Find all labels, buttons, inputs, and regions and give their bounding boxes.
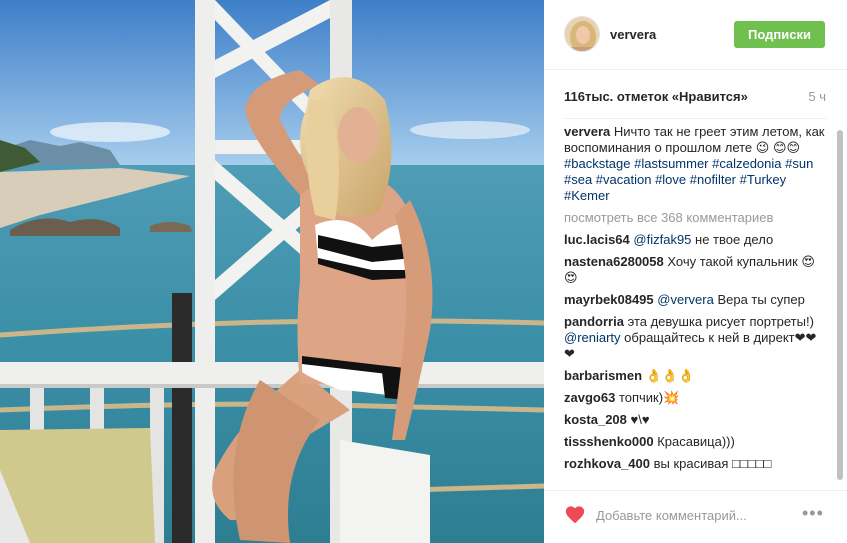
comment-item: luc.lacis64 @fizfak95 не твое дело bbox=[564, 232, 826, 248]
comment-author[interactable]: mayrbek08495 bbox=[564, 292, 654, 307]
comment-text: эта девушка рисует портреты!) bbox=[627, 314, 814, 329]
post-photo[interactable] bbox=[0, 0, 544, 543]
comment-author[interactable]: nastena6280058 bbox=[564, 254, 664, 269]
caption-author[interactable]: ververa bbox=[564, 124, 610, 139]
divider bbox=[564, 118, 827, 119]
add-comment-input[interactable] bbox=[596, 505, 796, 525]
comment-author[interactable]: zavgo63 bbox=[564, 390, 615, 405]
more-options-icon[interactable]: ••• bbox=[802, 503, 824, 524]
comment-text: вы красивая □□□□□ bbox=[653, 456, 772, 471]
caption-hashtags[interactable]: #backstage #lastsummer #calzedonia #sun … bbox=[564, 156, 813, 203]
comment-item: nastena6280058 Хочу такой купальник 😍😍 bbox=[564, 254, 826, 286]
caption: ververa Ничто так не греет этим летом, к… bbox=[564, 124, 826, 204]
comment-mention[interactable]: @reniarty bbox=[564, 330, 621, 345]
photo-image bbox=[0, 0, 544, 543]
comment-item: mayrbek08495 @ververa Вера ты супер bbox=[564, 292, 826, 308]
comment-text: Красавица))) bbox=[657, 434, 735, 449]
comment-item: zavgo63 топчик)💥 bbox=[564, 390, 826, 406]
follow-button[interactable]: Подписки bbox=[734, 21, 825, 48]
comment-author[interactable]: pandorria bbox=[564, 314, 624, 329]
comment-item: pandorria эта девушка рисует портреты!) … bbox=[564, 314, 826, 362]
heart-icon[interactable] bbox=[564, 504, 586, 526]
comment-text: 👌👌👌 bbox=[645, 368, 695, 383]
comment-author[interactable]: rozhkova_400 bbox=[564, 456, 650, 471]
view-all-comments-link[interactable]: посмотреть все 368 комментариев bbox=[564, 210, 826, 226]
comment-text: не твое дело bbox=[695, 232, 774, 247]
avatar[interactable] bbox=[564, 16, 600, 52]
comment-author[interactable]: tissshenko000 bbox=[564, 434, 654, 449]
comment-item: kosta_208 ♥\♥ bbox=[564, 412, 826, 428]
post-header: ververa Подписки bbox=[544, 0, 847, 70]
comment-text: Вера ты супер bbox=[717, 292, 805, 307]
comment-mention[interactable]: @ververa bbox=[657, 292, 714, 307]
comment-item: tissshenko000 Красавица))) bbox=[564, 434, 826, 450]
likes-row: 116тыс. отметок «Нравится» 5 ч bbox=[564, 89, 826, 104]
comments-list: ververa Ничто так не греет этим летом, к… bbox=[564, 124, 826, 490]
comment-author[interactable]: barbarismen bbox=[564, 368, 642, 383]
comment-item: rozhkova_400 вы красивая □□□□□ bbox=[564, 456, 826, 472]
post-time[interactable]: 5 ч bbox=[808, 89, 826, 104]
comment-author[interactable]: luc.lacis64 bbox=[564, 232, 630, 247]
comment-text: ♥\♥ bbox=[630, 412, 650, 427]
avatar-image bbox=[565, 17, 599, 51]
scrollbar-thumb[interactable] bbox=[837, 130, 843, 480]
likes-count[interactable]: 116тыс. отметок «Нравится» bbox=[564, 89, 748, 104]
comment-author[interactable]: kosta_208 bbox=[564, 412, 627, 427]
comment-text: топчик)💥 bbox=[618, 390, 680, 405]
comment-mention[interactable]: @fizfak95 bbox=[633, 232, 691, 247]
post-author-username[interactable]: ververa bbox=[610, 27, 656, 42]
comment-item: barbarismen 👌👌👌 bbox=[564, 368, 826, 384]
comment-footer: ••• bbox=[544, 490, 847, 543]
post-side-panel: ververa Подписки 116тыс. отметок «Нравит… bbox=[544, 0, 847, 543]
comments-scrollbar[interactable] bbox=[837, 124, 843, 484]
